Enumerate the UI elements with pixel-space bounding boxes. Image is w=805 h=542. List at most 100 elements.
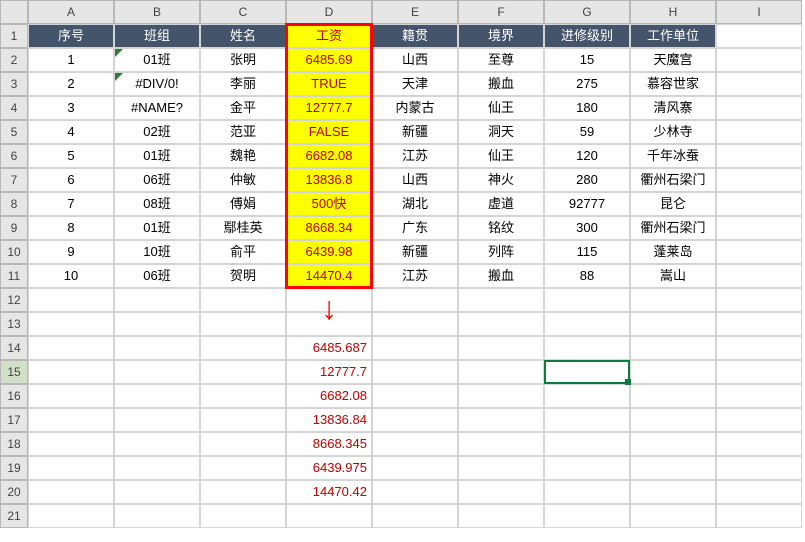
cell-E11[interactable]: 江苏: [372, 264, 458, 288]
cell-F8[interactable]: 虚道: [458, 192, 544, 216]
cell-B17[interactable]: [114, 408, 200, 432]
cell-H10[interactable]: 蓬莱岛: [630, 240, 716, 264]
cell-B18[interactable]: [114, 432, 200, 456]
cell-B20[interactable]: [114, 480, 200, 504]
row-header-12[interactable]: 12: [0, 288, 28, 312]
cell-C2[interactable]: 张明: [200, 48, 286, 72]
cell-F7[interactable]: 神火: [458, 168, 544, 192]
cell-D15[interactable]: 12777.7: [286, 360, 372, 384]
cell-E12[interactable]: [372, 288, 458, 312]
cell-G2[interactable]: 15: [544, 48, 630, 72]
cell-E15[interactable]: [372, 360, 458, 384]
cell-I15[interactable]: [716, 360, 802, 384]
cell-C14[interactable]: [200, 336, 286, 360]
row-header-8[interactable]: 8: [0, 192, 28, 216]
cell-E10[interactable]: 新疆: [372, 240, 458, 264]
col-header-A[interactable]: A: [28, 0, 114, 24]
cell-A19[interactable]: [28, 456, 114, 480]
cell-E7[interactable]: 山西: [372, 168, 458, 192]
row-header-10[interactable]: 10: [0, 240, 28, 264]
row-header-17[interactable]: 17: [0, 408, 28, 432]
cell-I17[interactable]: [716, 408, 802, 432]
cell-D2[interactable]: 6485.69: [286, 48, 372, 72]
cell-F11[interactable]: 搬血: [458, 264, 544, 288]
cell-I7[interactable]: [716, 168, 802, 192]
cell-H16[interactable]: [630, 384, 716, 408]
row-header-1[interactable]: 1: [0, 24, 28, 48]
cell-A20[interactable]: [28, 480, 114, 504]
cell-E5[interactable]: 新疆: [372, 120, 458, 144]
cell-D10[interactable]: 6439.98: [286, 240, 372, 264]
col-header-B[interactable]: B: [114, 0, 200, 24]
cell-F13[interactable]: [458, 312, 544, 336]
cell-E6[interactable]: 江苏: [372, 144, 458, 168]
cell-A11[interactable]: 10: [28, 264, 114, 288]
cell-F4[interactable]: 仙王: [458, 96, 544, 120]
cell-D14[interactable]: 6485.687: [286, 336, 372, 360]
cell-B8[interactable]: 08班: [114, 192, 200, 216]
cell-B2[interactable]: 01班: [114, 48, 200, 72]
cell-F5[interactable]: 洞天: [458, 120, 544, 144]
cell-I8[interactable]: [716, 192, 802, 216]
cell-G11[interactable]: 88: [544, 264, 630, 288]
cell-I19[interactable]: [716, 456, 802, 480]
row-header-16[interactable]: 16: [0, 384, 28, 408]
cell-A4[interactable]: 3: [28, 96, 114, 120]
row-header-18[interactable]: 18: [0, 432, 28, 456]
cell-A13[interactable]: [28, 312, 114, 336]
row-header-6[interactable]: 6: [0, 144, 28, 168]
cell-F20[interactable]: [458, 480, 544, 504]
cell-H12[interactable]: [630, 288, 716, 312]
cell-B3[interactable]: #DIV/0!: [114, 72, 200, 96]
cell-F2[interactable]: 至尊: [458, 48, 544, 72]
cell-B7[interactable]: 06班: [114, 168, 200, 192]
cell-B12[interactable]: [114, 288, 200, 312]
cell-H1[interactable]: 工作单位: [630, 24, 716, 48]
select-all-corner[interactable]: [0, 0, 28, 24]
cell-B5[interactable]: 02班: [114, 120, 200, 144]
cell-H20[interactable]: [630, 480, 716, 504]
cell-C21[interactable]: [200, 504, 286, 528]
cell-E14[interactable]: [372, 336, 458, 360]
cell-D5[interactable]: FALSE: [286, 120, 372, 144]
cell-G6[interactable]: 120: [544, 144, 630, 168]
cell-B21[interactable]: [114, 504, 200, 528]
cell-F19[interactable]: [458, 456, 544, 480]
cell-E20[interactable]: [372, 480, 458, 504]
row-header-2[interactable]: 2: [0, 48, 28, 72]
cell-G9[interactable]: 300: [544, 216, 630, 240]
row-header-14[interactable]: 14: [0, 336, 28, 360]
cell-G20[interactable]: [544, 480, 630, 504]
cell-G16[interactable]: [544, 384, 630, 408]
cell-B1[interactable]: 班组: [114, 24, 200, 48]
cell-A21[interactable]: [28, 504, 114, 528]
cell-F12[interactable]: [458, 288, 544, 312]
cell-C8[interactable]: 傅娟: [200, 192, 286, 216]
cell-C10[interactable]: 俞平: [200, 240, 286, 264]
cell-I12[interactable]: [716, 288, 802, 312]
cell-C7[interactable]: 仲敏: [200, 168, 286, 192]
cell-E16[interactable]: [372, 384, 458, 408]
cell-B9[interactable]: 01班: [114, 216, 200, 240]
cell-F17[interactable]: [458, 408, 544, 432]
cell-G17[interactable]: [544, 408, 630, 432]
cell-G4[interactable]: 180: [544, 96, 630, 120]
cell-E2[interactable]: 山西: [372, 48, 458, 72]
cell-E8[interactable]: 湖北: [372, 192, 458, 216]
cell-F10[interactable]: 列阵: [458, 240, 544, 264]
cell-D6[interactable]: 6682.08: [286, 144, 372, 168]
cell-A8[interactable]: 7: [28, 192, 114, 216]
cell-H3[interactable]: 慕容世家: [630, 72, 716, 96]
col-header-H[interactable]: H: [630, 0, 716, 24]
cell-I20[interactable]: [716, 480, 802, 504]
cell-F15[interactable]: [458, 360, 544, 384]
cell-G1[interactable]: 进修级别: [544, 24, 630, 48]
cell-B15[interactable]: [114, 360, 200, 384]
cell-C12[interactable]: [200, 288, 286, 312]
cell-H6[interactable]: 千年冰蚕: [630, 144, 716, 168]
cell-I4[interactable]: [716, 96, 802, 120]
cell-I13[interactable]: [716, 312, 802, 336]
col-header-F[interactable]: F: [458, 0, 544, 24]
row-header-4[interactable]: 4: [0, 96, 28, 120]
cell-D16[interactable]: 6682.08: [286, 384, 372, 408]
